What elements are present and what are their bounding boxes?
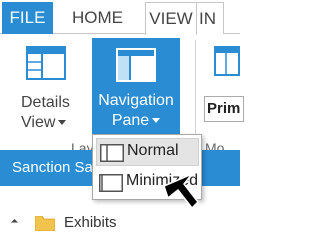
tab-view[interactable]: VIEW — [145, 2, 197, 35]
menu-item-normal[interactable]: Normal — [96, 138, 199, 166]
ribbon-panel: Details View Navigation Pane Prim Lay Mo — [0, 34, 244, 156]
primary-dropdown[interactable]: Prim — [204, 96, 244, 122]
pane-normal-icon — [100, 144, 124, 162]
tab-file[interactable]: FILE — [2, 2, 53, 34]
details-view-label: Details View — [21, 94, 70, 131]
ribbon-tab-strip: FILE HOME IN VIEW — [0, 0, 240, 35]
mouse-cursor-icon — [163, 173, 199, 209]
expand-arrow-icon[interactable] — [10, 218, 19, 227]
group-separator — [195, 40, 196, 140]
menu-item-label: Normal — [127, 142, 179, 159]
chevron-down-icon — [152, 118, 161, 124]
folder-icon — [35, 216, 55, 231]
navigation-pane-label: Navigation Pane — [98, 92, 174, 129]
chevron-down-icon — [58, 120, 67, 126]
pane-layout-icon[interactable] — [214, 46, 240, 76]
navigation-pane-icon — [116, 48, 156, 82]
pane-minimized-icon — [99, 174, 123, 192]
navigation-pane-button[interactable]: Navigation Pane — [92, 38, 180, 134]
details-view-button[interactable]: Details View — [18, 44, 72, 131]
tab-home[interactable]: HOME — [72, 2, 123, 34]
tree-item-exhibits[interactable]: Exhibits — [64, 214, 117, 231]
details-view-icon — [26, 46, 66, 80]
pane-header-title: Sanction Sa — [12, 159, 93, 176]
